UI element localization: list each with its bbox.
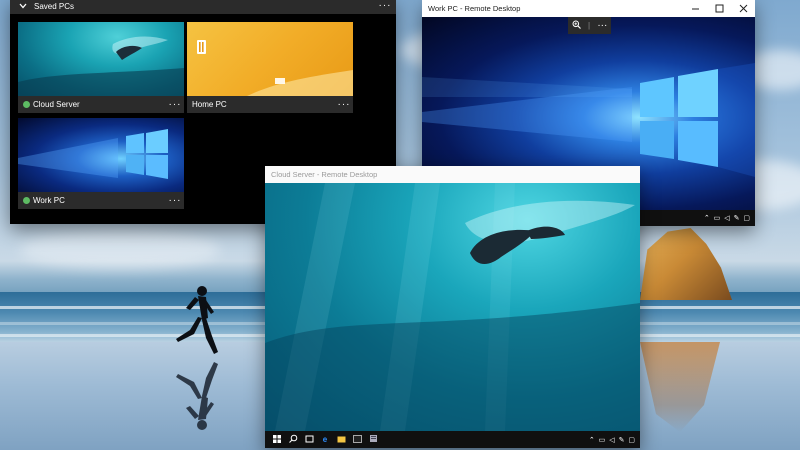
saved-pc-tile-home-pc[interactable]: Home PC ···: [187, 22, 353, 113]
close-button[interactable]: [731, 0, 755, 17]
command-prompt-icon[interactable]: [349, 434, 365, 445]
more-options-icon[interactable]: ···: [166, 195, 184, 205]
more-options-icon[interactable]: ···: [374, 1, 396, 11]
more-options-icon[interactable]: ···: [597, 20, 607, 30]
runner-reflection: [176, 362, 218, 430]
edge-browser-icon[interactable]: e: [317, 435, 333, 444]
tile-label: Work PC ···: [18, 192, 184, 209]
tile-name: Cloud Server: [33, 100, 80, 109]
tile-label: Home PC ···: [187, 96, 353, 113]
saved-pc-tile-work-pc[interactable]: Work PC ···: [18, 118, 184, 209]
minimize-button[interactable]: [683, 0, 707, 17]
windows-start-icon[interactable]: [269, 434, 285, 445]
search-icon[interactable]: [285, 434, 301, 445]
tile-name: Home PC: [192, 100, 227, 109]
window-title: Cloud Server - Remote Desktop: [271, 170, 378, 179]
system-tray-icons[interactable]: ⌃ ▭ ◁ ✎ ▢: [589, 436, 636, 444]
online-status-dot: [23, 197, 30, 204]
system-tray-icons[interactable]: ⌃ ▭ ◁ ✎ ▢: [704, 214, 751, 222]
saved-pcs-header: Saved PCs ···: [10, 0, 396, 14]
runner-silhouette: [176, 286, 218, 354]
zoom-in-icon[interactable]: [572, 20, 581, 31]
online-status-dot: [23, 101, 30, 108]
underwater-wallpaper: [265, 183, 640, 431]
cliff-rock: [640, 228, 732, 300]
cloud-window-titlebar[interactable]: Cloud Server - Remote Desktop: [265, 166, 640, 183]
server-manager-icon[interactable]: [365, 434, 381, 445]
cloud: [20, 230, 220, 270]
cloud-server-remote-window: Cloud Server - Remote Desktop e ⌃ ▭ ◁ ✎ …: [265, 166, 640, 448]
pc-thumbnail: [187, 22, 353, 96]
window-title: Work PC - Remote Desktop: [428, 4, 521, 13]
tile-label: Cloud Server ···: [18, 96, 184, 113]
separator: |: [587, 21, 591, 30]
file-explorer-icon[interactable]: [333, 435, 349, 445]
saved-pc-tile-cloud-server[interactable]: Cloud Server ···: [18, 22, 184, 113]
pc-thumbnail: [18, 118, 184, 192]
saved-pcs-title: Saved PCs: [34, 1, 75, 11]
chevron-down-icon[interactable]: [16, 2, 30, 11]
remote-connection-bar: | ···: [568, 17, 611, 34]
maximize-button[interactable]: [707, 0, 731, 17]
more-options-icon[interactable]: ···: [335, 99, 353, 109]
work-window-titlebar[interactable]: Work PC - Remote Desktop: [422, 0, 755, 17]
more-options-icon[interactable]: ···: [166, 99, 184, 109]
pc-thumbnail: [18, 22, 184, 96]
remote-taskbar: e ⌃ ▭ ◁ ✎ ▢: [265, 431, 640, 448]
tile-name: Work PC: [33, 196, 65, 205]
task-view-icon[interactable]: [301, 435, 317, 445]
remote-desktop-screen[interactable]: [265, 183, 640, 431]
